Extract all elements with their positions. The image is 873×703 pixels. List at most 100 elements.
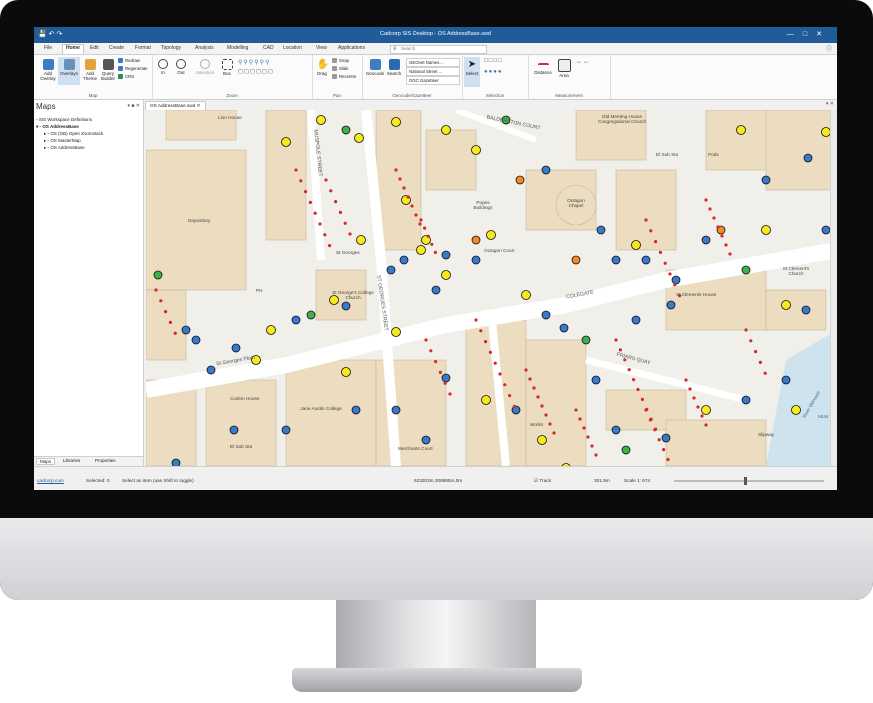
property-point[interactable]: [159, 299, 163, 303]
window-controls[interactable]: —□✕: [787, 30, 831, 38]
address-point[interactable]: [661, 433, 671, 443]
property-point[interactable]: [448, 392, 452, 396]
property-point[interactable]: [479, 329, 483, 333]
property-point[interactable]: [324, 178, 328, 182]
address-point[interactable]: [471, 255, 481, 265]
property-point[interactable]: [334, 200, 338, 204]
address-point[interactable]: [596, 225, 606, 235]
address-point[interactable]: [341, 367, 351, 377]
property-point[interactable]: [704, 423, 708, 427]
property-point[interactable]: [419, 218, 423, 222]
address-point[interactable]: [666, 300, 676, 310]
address-point[interactable]: [306, 310, 316, 320]
property-point[interactable]: [294, 168, 298, 172]
address-point[interactable]: [399, 255, 409, 265]
property-point[interactable]: [164, 310, 168, 314]
map-scrollbar[interactable]: [830, 110, 837, 466]
query-builder-button[interactable]: Query Builder: [98, 59, 118, 81]
property-point[interactable]: [426, 234, 430, 238]
address-point[interactable]: [671, 275, 681, 285]
tab-properties[interactable]: Properties: [92, 458, 119, 463]
distance-button[interactable]: Distance: [532, 59, 554, 75]
property-point[interactable]: [418, 222, 422, 226]
zoom-in-button[interactable]: In: [156, 59, 170, 75]
property-point[interactable]: [308, 200, 312, 204]
property-point[interactable]: [173, 331, 177, 335]
address-point[interactable]: [391, 327, 401, 337]
address-point[interactable]: [611, 425, 621, 435]
gazetteer-search-button[interactable]: Search: [385, 59, 403, 76]
property-point[interactable]: [594, 453, 598, 457]
address-point[interactable]: [761, 225, 771, 235]
tree-item-mastermap[interactable]: ▸ ▫ OS MasterMap: [36, 137, 103, 144]
address-point[interactable]: [801, 305, 811, 315]
address-point[interactable]: [351, 405, 361, 415]
property-point[interactable]: [484, 340, 488, 344]
property-point[interactable]: [433, 250, 437, 254]
property-point[interactable]: [728, 252, 732, 256]
property-point[interactable]: [627, 368, 631, 372]
tree-item-zoomstack[interactable]: ▸ ▫ OS (GB) Open Zoomstack: [36, 130, 103, 137]
property-point[interactable]: [338, 210, 342, 214]
address-point[interactable]: [701, 235, 711, 245]
tab-modelling[interactable]: Modelling: [227, 45, 248, 51]
address-point[interactable]: [391, 405, 401, 415]
property-point[interactable]: [348, 232, 352, 236]
tab-location[interactable]: Location: [283, 45, 302, 51]
property-point[interactable]: [754, 350, 758, 354]
property-point[interactable]: [673, 283, 677, 287]
address-point[interactable]: [441, 373, 451, 383]
cadcorp-link[interactable]: cadcorp.com: [37, 478, 64, 483]
tree-item-workspace[interactable]: ▫ SIS Workspace Definitions: [36, 116, 103, 123]
address-point[interactable]: [191, 335, 201, 345]
property-point[interactable]: [154, 288, 158, 292]
address-point[interactable]: [741, 395, 751, 405]
tab-libraries[interactable]: Libraries: [60, 458, 83, 463]
property-point[interactable]: [414, 213, 418, 217]
measurement-tools[interactable]: ↔↔: [576, 59, 590, 65]
property-point[interactable]: [323, 233, 327, 237]
tab-file[interactable]: File: [44, 45, 52, 51]
address-point[interactable]: [701, 405, 711, 415]
property-point[interactable]: [636, 387, 640, 392]
address-point[interactable]: [559, 323, 569, 333]
address-point[interactable]: [591, 375, 601, 385]
address-point[interactable]: [391, 117, 401, 127]
property-point[interactable]: [692, 396, 696, 400]
zoom-slider-knob[interactable]: [744, 477, 747, 485]
property-point[interactable]: [586, 435, 590, 439]
selection-tools-row2[interactable]: ●●●●: [484, 69, 503, 75]
tab-analysis[interactable]: Analysis: [195, 45, 214, 51]
property-point[interactable]: [574, 408, 578, 412]
property-point[interactable]: [668, 272, 672, 276]
property-point[interactable]: [590, 444, 594, 448]
address-point[interactable]: [281, 425, 291, 435]
property-point[interactable]: [318, 222, 322, 226]
property-point[interactable]: [429, 349, 433, 353]
property-point[interactable]: [532, 386, 536, 390]
property-point[interactable]: [329, 189, 333, 193]
property-point[interactable]: [540, 404, 544, 408]
redraw-button[interactable]: Redraw: [118, 58, 140, 64]
property-point[interactable]: [304, 190, 308, 194]
property-point[interactable]: [410, 204, 414, 208]
snap-button[interactable]: Snap: [332, 58, 349, 64]
address-point[interactable]: [266, 325, 276, 335]
help-icon[interactable]: ⓘ: [826, 44, 832, 53]
tab-topology[interactable]: Topology: [161, 45, 181, 51]
property-point[interactable]: [618, 348, 622, 352]
address-point[interactable]: [781, 375, 791, 385]
property-point[interactable]: [424, 338, 428, 342]
property-point[interactable]: [684, 378, 688, 382]
property-point[interactable]: [663, 261, 667, 265]
address-point[interactable]: [761, 175, 771, 185]
address-point[interactable]: [341, 301, 351, 311]
property-point[interactable]: [528, 377, 532, 381]
zoom-small-tools[interactable]: ⚲⚲⚲⚲⚲⚲: [238, 59, 270, 66]
property-point[interactable]: [708, 207, 712, 211]
address-point[interactable]: [791, 405, 801, 415]
property-point[interactable]: [438, 370, 442, 374]
address-point[interactable]: [153, 270, 163, 280]
property-point[interactable]: [658, 250, 663, 254]
property-point[interactable]: [640, 397, 644, 401]
